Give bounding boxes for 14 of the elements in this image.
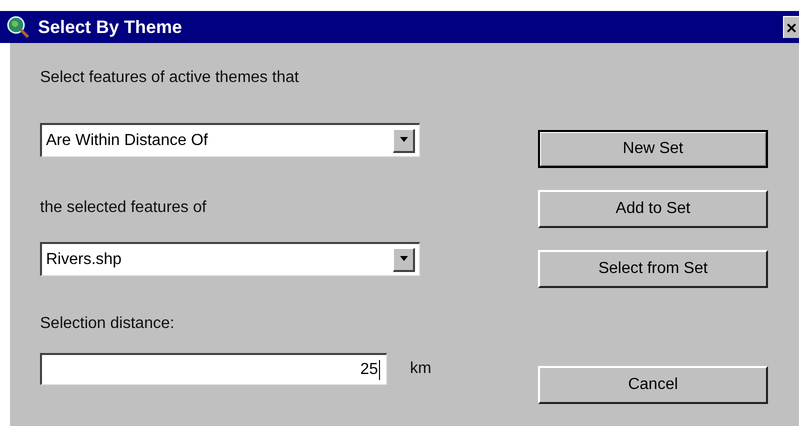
dialog-button[interactable]: Add to Set — [538, 190, 768, 228]
dropdown[interactable]: Rivers.shp — [40, 242, 420, 276]
distance-label: Selection distance: — [40, 314, 176, 334]
dialog-button[interactable]: Cancel — [538, 366, 768, 404]
close-button[interactable]: × — [783, 16, 799, 38]
prompt-label: Select features of active themes that — [40, 68, 300, 88]
unit-label: km — [410, 359, 432, 379]
distance-field[interactable]: 25 — [40, 353, 387, 385]
window-title: Select By Theme — [38, 16, 182, 39]
theme-label: the selected features of — [40, 198, 208, 218]
globe-magnifier-icon — [6, 15, 30, 39]
dialog-button[interactable]: Select from Set — [538, 250, 768, 288]
default-button[interactable]: New Set — [538, 130, 768, 168]
dropdown[interactable]: Are Within Distance Of — [40, 123, 420, 157]
